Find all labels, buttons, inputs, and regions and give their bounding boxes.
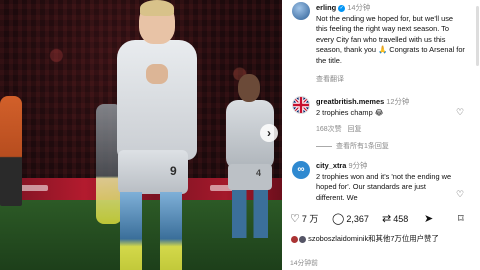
comments-panel: erling ✓ 14分钟 Not the ending we hoped fo… (282, 0, 480, 270)
comment-like-heart-icon[interactable]: ♡ (456, 189, 464, 200)
city-xtra-avatar[interactable]: ∞ (292, 161, 310, 179)
union-jack-icon (293, 97, 309, 113)
background-player-left (0, 96, 22, 206)
comment-like-count: 168次赞 (316, 126, 342, 133)
caption-username[interactable]: erling (316, 3, 336, 12)
comment-username[interactable]: greatbritish.memes (316, 97, 384, 106)
reply-button[interactable]: 回复 (348, 126, 362, 133)
comment-like-heart-icon[interactable]: ♡ (456, 107, 464, 118)
like-count: 7 万 (301, 214, 319, 224)
repost-count: 458 (393, 213, 409, 224)
heart-icon: ♡ (290, 213, 300, 225)
liked-by[interactable]: szoboszlaidominik和其他7万位用户赞了 (290, 233, 439, 244)
action-bar: ♡ 7 万 ◯ 2,367 ⇄ 458 ➤ ⌑ (282, 212, 480, 230)
post-timestamp: 14分钟前 (290, 260, 318, 267)
caption-time: 14分钟 (347, 3, 371, 12)
right-player-number: 4 (256, 168, 262, 178)
see-translation-link[interactable]: 查看翻译 (316, 74, 344, 84)
repost-icon: ⇄ (382, 213, 392, 225)
comment-count: 2,367 (346, 213, 369, 224)
erling-avatar[interactable] (292, 2, 310, 20)
comment-text: 2 trophies won and it's 'not the ending … (316, 171, 452, 202)
caption: erling ✓ 14分钟 Not the ending we hoped fo… (316, 3, 466, 67)
like-button[interactable]: ♡ 7 万 (290, 212, 318, 225)
scrollbar[interactable] (476, 6, 479, 66)
comment-button[interactable]: ◯ 2,367 (332, 212, 369, 225)
comment-username[interactable]: city_xtra (316, 161, 346, 170)
bookmark-icon: ⌑ (458, 213, 464, 225)
next-photo-arrow-icon[interactable]: › (260, 124, 278, 142)
comment-time: 9分钟 (348, 161, 368, 170)
view-replies[interactable]: 查看所有1条回复 (316, 141, 389, 151)
repost-button[interactable]: ⇄ 458 (382, 212, 408, 225)
verified-badge-icon: ✓ (338, 4, 346, 12)
save-button[interactable]: ⌑ (458, 212, 464, 225)
greatbritish-avatar[interactable] (292, 96, 310, 114)
share-icon: ➤ (424, 213, 434, 225)
post-photo[interactable]: 4 9 › (0, 0, 282, 270)
view-replies-label[interactable]: 查看所有1条回复 (336, 143, 389, 150)
comment-greatbritish: greatbritish.memes 12分钟 2 trophies champ… (316, 97, 456, 118)
liker-avatar (298, 234, 308, 244)
comment-likes: 168次赞 回复 (316, 124, 362, 134)
jersey-number: 9 (170, 164, 177, 178)
comment-time: 12分钟 (386, 97, 410, 106)
comment-text: 2 trophies champ 😂 (316, 107, 384, 117)
share-button[interactable]: ➤ (424, 212, 433, 225)
comment-icon: ◯ (332, 213, 345, 225)
comment-city-xtra: city_xtra 9分钟 2 trophies won and it's 'n… (316, 161, 456, 203)
liked-by-text: szoboszlaidominik和其他7万位用户赞了 (308, 234, 439, 243)
caption-text: Not the ending we hoped for, but we'll u… (316, 13, 465, 65)
